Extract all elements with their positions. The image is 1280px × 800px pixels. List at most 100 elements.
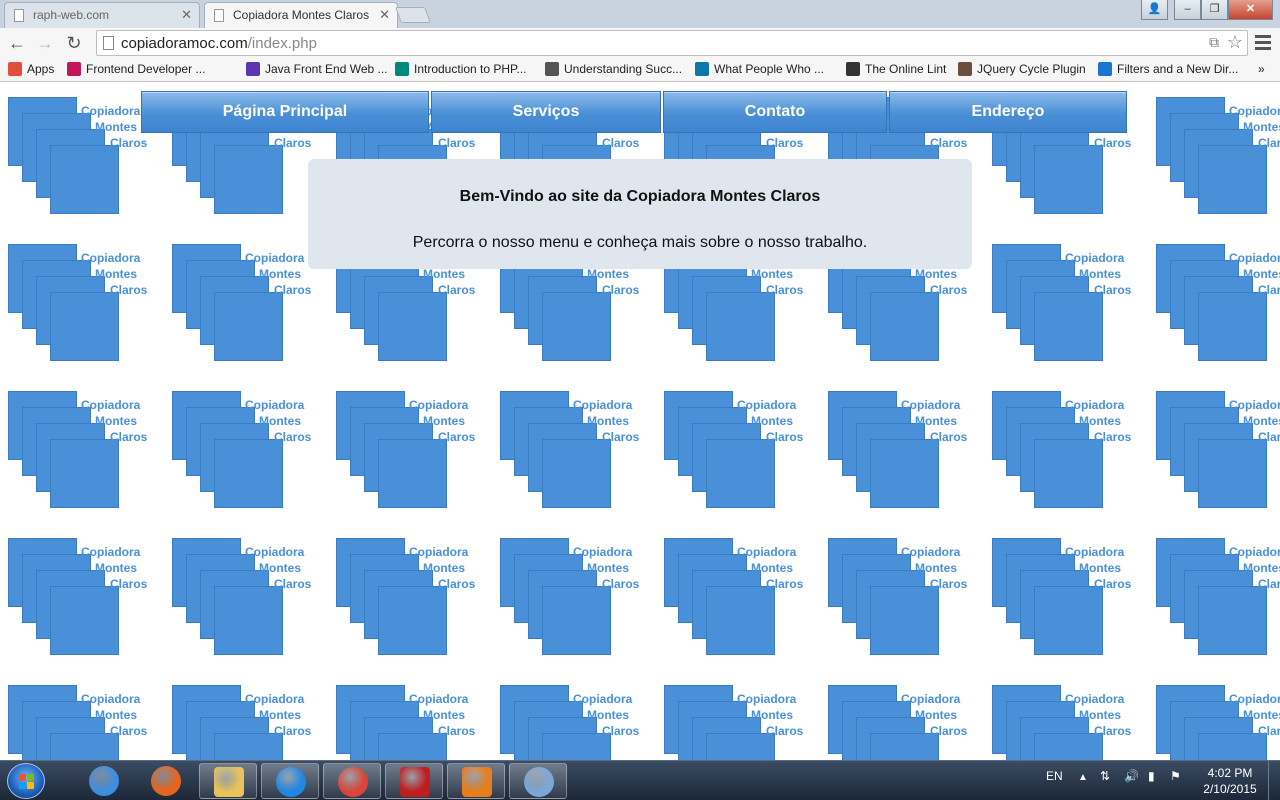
- logo-word: Claros: [274, 283, 312, 297]
- logo-word: Claros: [1094, 577, 1132, 591]
- menu-item-pagina-principal[interactable]: Página Principal: [141, 91, 429, 133]
- logo-word: Claros: [110, 283, 148, 297]
- logo-word: Copiadora: [81, 398, 141, 412]
- page-viewport: Copiadora Montes Claros Copiadora Montes Clar…: [0, 83, 1280, 760]
- logo-word: Montes: [587, 267, 629, 281]
- page-icon: [214, 9, 224, 22]
- logo-word: Montes: [751, 561, 793, 575]
- logo-word: Claros: [274, 136, 312, 150]
- bookmark-item[interactable]: What People Who ...: [695, 62, 824, 76]
- bookmark-item[interactable]: Introduction to PHP...: [395, 62, 527, 76]
- logo-word: Claros: [1258, 430, 1280, 444]
- show-desktop-button[interactable]: [1268, 761, 1280, 800]
- tab-title: Copiadora Montes Claros: [233, 8, 370, 22]
- taskbar-app-button[interactable]: [447, 763, 505, 799]
- forward-arrow-icon[interactable]: →: [34, 32, 56, 54]
- user-icon[interactable]: 👤: [1141, 0, 1168, 20]
- language-indicator[interactable]: EN: [1046, 769, 1063, 783]
- logo-word: Montes: [95, 414, 137, 428]
- logo-tile: Copiadora Montes Claros: [1156, 391, 1280, 538]
- logo-word: Montes: [915, 561, 957, 575]
- welcome-title: Bem-Vindo ao site da Copiadora Montes Cl…: [459, 188, 821, 205]
- logo-word: Montes: [915, 267, 957, 281]
- bookmark-item[interactable]: Frontend Developer ...: [67, 62, 205, 76]
- bookmark-star-icon[interactable]: ☆: [1227, 32, 1243, 53]
- bookmark-item[interactable]: The Online Lint: [846, 62, 946, 76]
- logo-word: Copiadora: [737, 692, 797, 706]
- logo-word: Copiadora: [81, 692, 141, 706]
- logo-tile: Copiadora Montes Claros: [8, 538, 172, 685]
- logo-tile: Copiadora Montes Claros: [828, 685, 992, 760]
- signal-icon[interactable]: ▮: [1148, 769, 1155, 783]
- menu-item-servicos[interactable]: Serviços: [431, 91, 661, 133]
- taskbar-app-button[interactable]: [199, 763, 257, 799]
- show-hidden-icons[interactable]: ▲: [1078, 772, 1088, 783]
- close-tab-icon[interactable]: ✕: [379, 7, 390, 23]
- close-tab-icon[interactable]: ✕: [181, 7, 192, 23]
- logo-tile: Copiadora Montes Claros: [336, 685, 500, 760]
- tab-raph-web[interactable]: raph-web.com ✕: [4, 2, 200, 28]
- menu-item-contato[interactable]: Contato: [663, 91, 887, 133]
- chrome-menu-icon[interactable]: [1255, 35, 1271, 51]
- logo-word: Montes: [1079, 561, 1121, 575]
- logo-word: Montes: [751, 414, 793, 428]
- bookmark-label: Java Front End Web ...: [265, 62, 388, 76]
- bookmarks-bar: Apps Frontend Developer ... Java Front End…: [0, 58, 1280, 82]
- maximize-button[interactable]: ❐: [1201, 0, 1228, 20]
- file-explorer-icon: [214, 767, 244, 797]
- logo-square: [214, 586, 283, 655]
- bookmark-item[interactable]: Understanding Succ...: [545, 62, 682, 76]
- logo-square: [542, 586, 611, 655]
- translate-icon[interactable]: ⧉: [1209, 34, 1219, 51]
- logo-square: [1198, 733, 1267, 760]
- taskbar-app-button[interactable]: [137, 763, 195, 799]
- logo-word: Claros: [602, 283, 640, 297]
- logo-word: Claros: [1258, 577, 1280, 591]
- taskbar-app-button[interactable]: [323, 763, 381, 799]
- logo-word: Montes: [423, 561, 465, 575]
- reload-icon[interactable]: ↻: [63, 32, 85, 54]
- taskbar-app-button[interactable]: [75, 763, 133, 799]
- logo-word: Copiadora: [245, 545, 305, 559]
- logo-word: Copiadora: [573, 545, 633, 559]
- minimize-button[interactable]: –: [1174, 0, 1201, 20]
- new-tab-button[interactable]: [395, 7, 431, 23]
- logo-word: Copiadora: [1229, 104, 1280, 118]
- back-arrow-icon[interactable]: ←: [6, 32, 28, 54]
- page-icon: [395, 62, 409, 76]
- logo-word: Claros: [438, 724, 476, 738]
- logo-word: Copiadora: [1065, 692, 1125, 706]
- logo-tile: Copiadora Montes Claros: [8, 685, 172, 760]
- network-tray-icon[interactable]: ⇅: [1100, 769, 1110, 783]
- volume-icon[interactable]: 🔊: [1124, 769, 1139, 783]
- tab-copiadora[interactable]: Copiadora Montes Claros ✕: [204, 2, 398, 28]
- address-bar[interactable]: copiadoramoc.com/index.php ⧉ ☆: [96, 30, 1248, 56]
- logo-word: Copiadora: [81, 251, 141, 265]
- logo-square: [378, 733, 447, 760]
- taskbar-app-button[interactable]: [509, 763, 567, 799]
- logo-word: Copiadora: [573, 398, 633, 412]
- start-button[interactable]: [7, 763, 45, 799]
- logo-word: Montes: [95, 561, 137, 575]
- bookmark-item[interactable]: Java Front End Web ...: [246, 62, 388, 76]
- logo-word: Copiadora: [901, 398, 961, 412]
- menu-item-endereco[interactable]: Endereço: [889, 91, 1127, 133]
- action-center-flag-icon[interactable]: ⚑: [1170, 769, 1181, 783]
- logo-square: [706, 733, 775, 760]
- bookmark-item[interactable]: JQuery Cycle Plugin: [958, 62, 1086, 76]
- chrome-icon: [338, 767, 368, 797]
- logo-word: Claros: [766, 136, 804, 150]
- logo-square: [1198, 586, 1267, 655]
- logo-tile: Copiadora Montes Claros: [8, 244, 172, 391]
- logo-word: Claros: [766, 283, 804, 297]
- taskbar-app-button[interactable]: [385, 763, 443, 799]
- taskbar-app-button[interactable]: [261, 763, 319, 799]
- logo-word: Montes: [587, 561, 629, 575]
- bookmarks-overflow-chevron-icon[interactable]: »: [1258, 62, 1265, 76]
- bookmark-item[interactable]: Filters and a New Dir...: [1098, 62, 1238, 76]
- bookmark-label: Understanding Succ...: [564, 62, 683, 76]
- clock[interactable]: 4:02 PM 2/10/2015: [1198, 765, 1262, 797]
- close-window-button[interactable]: ✕: [1228, 0, 1273, 20]
- bookmark-item[interactable]: Apps: [8, 62, 54, 76]
- logo-word: Claros: [1094, 283, 1132, 297]
